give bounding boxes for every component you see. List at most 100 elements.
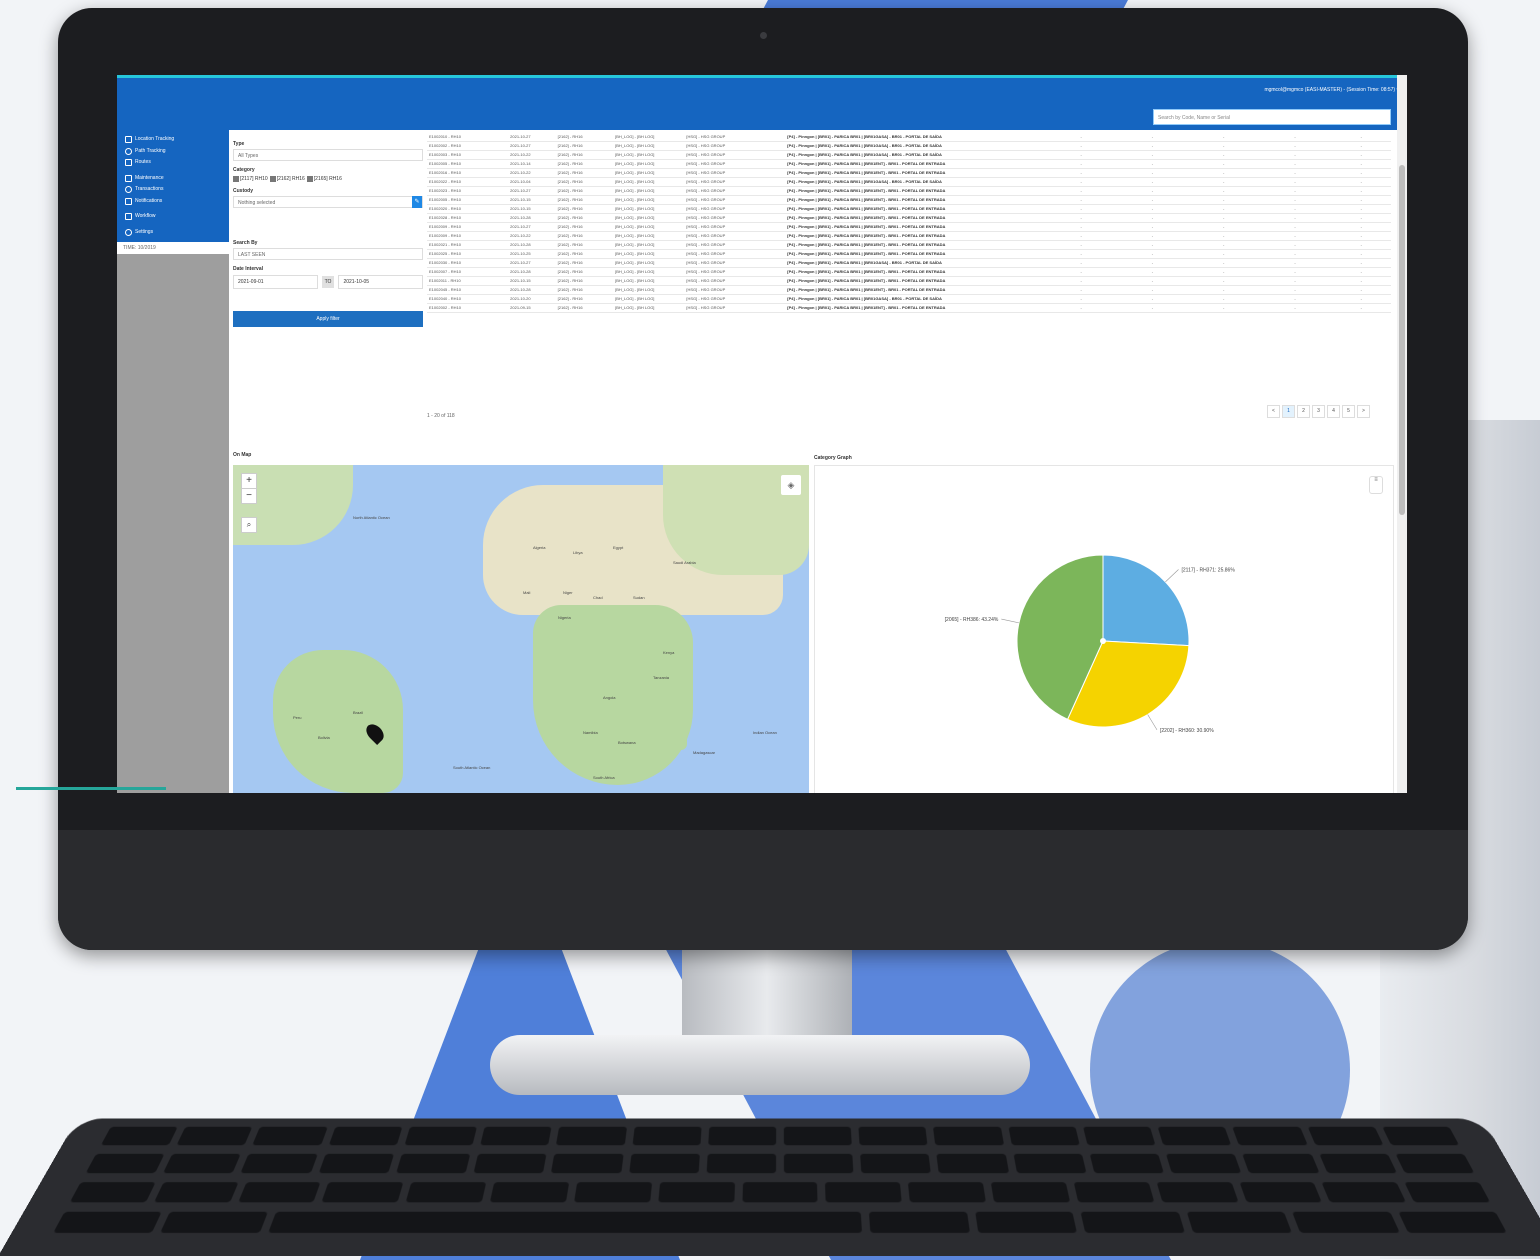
search-by-select[interactable]: LAST SEEN <box>233 248 423 260</box>
search-icon[interactable]: ⌕ <box>241 517 257 533</box>
table-cell: [P4] - Pinngon | [BR01] - PARICA BR01 | … <box>787 215 946 220</box>
table-cell: - <box>1151 152 1154 157</box>
table-row[interactable]: E1002045 - RH10 2021-10-28 [2162] - RH16 [B… <box>427 286 1391 295</box>
filter-panel: Type All Types Category [2117] RH10 [216… <box>233 135 424 327</box>
pie-center <box>1100 638 1106 644</box>
map-label: Sudan <box>633 595 645 600</box>
sidebar-item-workflow[interactable]: Workflow <box>117 211 229 223</box>
sidebar-item-transactions[interactable]: Transactions <box>117 184 229 196</box>
zoom-in-button[interactable]: + <box>241 473 257 489</box>
table-cell: - <box>1151 134 1154 139</box>
search-input[interactable]: Search by Code, Name or Serial <box>1153 109 1391 125</box>
table-cell: - <box>1080 242 1082 247</box>
custody-select[interactable]: Nothing selected ✎ <box>233 196 423 208</box>
monitor-stand <box>682 945 852 1045</box>
table-row[interactable]: E1002003 - RH10 2021-10-22 [2162] - RH16 [B… <box>427 151 1391 160</box>
scrollbar-thumb[interactable] <box>1399 165 1405 515</box>
sidebar-item-maintenance[interactable]: Maintenance <box>117 173 229 185</box>
table-cell: - <box>1223 161 1225 166</box>
sidebar-item-notifications[interactable]: Notifications <box>117 196 229 208</box>
table-cell: 2021-10-22 <box>510 152 531 157</box>
table-cell: - <box>1294 206 1296 211</box>
table-cell: - <box>1360 251 1362 256</box>
category-chip[interactable]: [2165] RH16 <box>306 176 342 182</box>
category-chip[interactable]: [2117] RH10 <box>233 176 268 182</box>
page-button[interactable]: 2 <box>1297 405 1310 418</box>
table-cell: - <box>1360 233 1362 238</box>
table-row[interactable]: E1002016 - RH10 2021-10-22 [2162] - RH16 [B… <box>427 169 1391 178</box>
table-cell: - <box>1360 224 1362 229</box>
table-row[interactable]: E1002007 - RH10 2021-10-28 [2162] - RH16 [B… <box>427 268 1391 277</box>
table-row[interactable]: E1002002 - RH10 2021-10-27 [2162] - RH16 [B… <box>427 142 1391 151</box>
table-cell: [BH_LOG] - [BH LOG] <box>615 197 655 202</box>
sidebar-item-settings[interactable]: Settings <box>117 227 229 239</box>
page-button[interactable]: 5 <box>1342 405 1355 418</box>
table-row[interactable]: E1002005 - RH10 2021-10-14 [2162] - RH16 [B… <box>427 160 1391 169</box>
table-cell: [HSG] - HSG GROUP <box>686 233 726 238</box>
table-row[interactable]: E1002021 - RH10 2021-10-28 [2162] - RH16 [B… <box>427 241 1391 250</box>
apply-filter-button[interactable]: Apply filter <box>233 311 423 327</box>
table-cell: E1002002 - RH10 <box>429 305 462 310</box>
map-view[interactable]: + − ⌕ ◈ North Atlantic Ocean Algeria Lib… <box>233 465 809 793</box>
table-cell: - <box>1080 179 1082 184</box>
table-row[interactable]: E1002025 - RH10 2021-10-25 [2162] - RH16 [B… <box>427 250 1391 259</box>
map-label: Namibia <box>583 730 598 735</box>
table-row[interactable]: E1002030 - RH10 2021-10-27 [2162] - RH16 [B… <box>427 259 1391 268</box>
page-button[interactable]: 4 <box>1327 405 1340 418</box>
table-cell: [2162] - RH16 <box>557 260 583 265</box>
map-label: North Atlantic Ocean <box>353 515 390 520</box>
table-cell: [P4] - Pinngon | [BR01] - PARICA BR01 | … <box>787 152 942 157</box>
table-row[interactable]: E1002010 - RH10 2021-10-27 [2162] - RH16 [B… <box>427 133 1391 142</box>
category-chip[interactable]: [2162] RH16 <box>269 176 305 182</box>
top-bar: mgmcol@mgmco (EASI-MASTER) - (Session Ti… <box>117 75 1407 130</box>
table-cell: 2021-10-28 <box>510 242 531 247</box>
table-cell: - <box>1080 296 1082 301</box>
sidebar-item-location-tracking[interactable]: Location Tracking <box>117 134 229 146</box>
table-cell: [HSG] - HSG GROUP <box>686 242 726 247</box>
type-select[interactable]: All Types <box>233 149 423 161</box>
table-cell: [BH_LOG] - [BH LOG] <box>615 134 655 139</box>
table-row[interactable]: E1002011 - RH10 2021-10-15 [2162] - RH16 [B… <box>427 277 1391 286</box>
table-row[interactable]: E1002040 - RH10 2021-10-20 [2162] - RH16 [B… <box>427 295 1391 304</box>
edit-icon[interactable]: ✎ <box>412 196 422 208</box>
table-row[interactable]: E1002005 - RH10 2021-10-15 [2162] - RH16 [B… <box>427 196 1391 205</box>
pie-data-label: [2117] - RH371: 25.86% <box>1181 567 1235 573</box>
page-button[interactable]: < <box>1267 405 1280 418</box>
date-to-input[interactable]: 2021-10-05 <box>338 275 424 289</box>
layers-icon[interactable]: ◈ <box>781 475 801 495</box>
table-cell: - <box>1151 287 1154 292</box>
table-cell: [HSG] - HSG GROUP <box>686 134 726 139</box>
table-cell: [HSG] - HSG GROUP <box>686 179 726 184</box>
table-row[interactable]: E1002009 - RH10 2021-10-27 [2162] - RH16 [B… <box>427 223 1391 232</box>
table-row[interactable]: E1002020 - RH10 2021-10-15 [2162] - RH16 [B… <box>427 205 1391 214</box>
table-cell: [2162] - RH16 <box>557 152 583 157</box>
table-cell: - <box>1151 170 1154 175</box>
pie-data-label: [2065] - RH386: 43.24% <box>945 617 999 623</box>
user-session-menu[interactable]: mgmcol@mgmco (EASI-MASTER) - (Session Ti… <box>1264 87 1399 93</box>
date-from-input[interactable]: 2021-09-01 <box>233 275 318 289</box>
page-button[interactable]: 1 <box>1282 405 1295 418</box>
table-row[interactable]: E1002028 - RH10 2021-10-28 [2162] - RH16 [B… <box>427 214 1391 223</box>
table-row[interactable]: E1002023 - RH10 2021-10-27 [2162] - RH16 [B… <box>427 187 1391 196</box>
table-cell: E1002009 - RH10 <box>429 224 462 229</box>
chart-menu-icon[interactable]: ≡ <box>1369 476 1383 494</box>
page-button[interactable]: 3 <box>1312 405 1325 418</box>
table-row[interactable]: E1002002 - RH10 2021-09-15 [2162] - RH16 [B… <box>427 304 1391 313</box>
table-row[interactable]: E1002022 - RH10 2021-10-04 [2162] - RH16 [B… <box>427 178 1391 187</box>
table-cell: 2021-10-27 <box>510 134 531 139</box>
pie-slice[interactable] <box>1102 554 1190 647</box>
table-cell: E1002020 - RH10 <box>429 206 462 211</box>
table-cell: [HSG] - HSG GROUP <box>686 152 726 157</box>
scrollbar[interactable] <box>1397 75 1407 793</box>
table-cell: - <box>1080 188 1082 193</box>
zoom-out-button[interactable]: − <box>241 488 257 504</box>
table-cell: - <box>1294 224 1296 229</box>
type-label: Type <box>233 141 245 147</box>
page-button[interactable]: > <box>1357 405 1370 418</box>
table-row[interactable]: E1002009 - RH10 2021-10-22 [2162] - RH16 [B… <box>427 232 1391 241</box>
sidebar-item-path-tracking[interactable]: Path Tracking <box>117 146 229 158</box>
sidebar-item-routes[interactable]: Routes <box>117 157 229 169</box>
table-cell: [HSG] - HSG GROUP <box>686 170 726 175</box>
table-cell: 2021-10-20 <box>510 296 531 301</box>
table-cell: [HSG] - HSG GROUP <box>686 197 726 202</box>
